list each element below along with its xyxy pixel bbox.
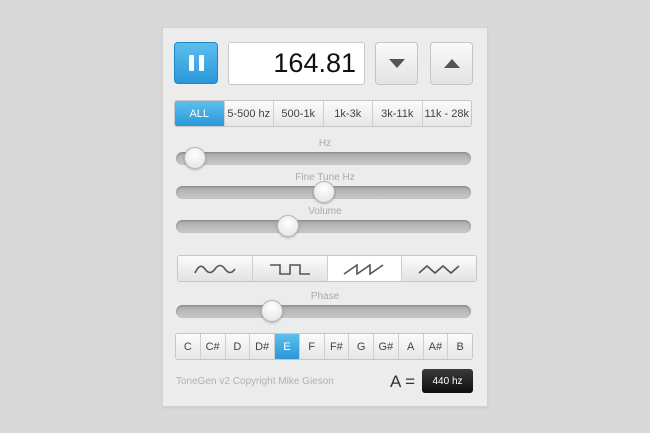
range-1k-3k-button[interactable]: 1k-3k xyxy=(322,101,372,126)
range-3k-11k-button[interactable]: 3k-11k xyxy=(372,101,422,126)
triangle-down-icon xyxy=(388,59,405,68)
sine-wave-button[interactable] xyxy=(178,256,252,281)
reference-label: A = xyxy=(390,372,416,391)
sawtooth-wave-button[interactable] xyxy=(326,256,402,281)
volume-slider-knob[interactable] xyxy=(277,215,299,237)
volume-slider-label: Volume xyxy=(308,206,342,217)
pause-icon xyxy=(188,55,194,71)
range-500-1k-button[interactable]: 500-1k xyxy=(273,101,323,126)
frequency-down-button[interactable] xyxy=(375,42,418,85)
fine-tune-slider-knob[interactable] xyxy=(312,181,335,203)
square-wave-button[interactable] xyxy=(251,256,327,281)
note-g-sharp-button[interactable]: G# xyxy=(373,334,398,359)
note-g-button[interactable]: G xyxy=(348,334,373,359)
hz-slider-knob[interactable] xyxy=(184,147,207,169)
square-wave-icon xyxy=(269,263,310,275)
pause-button[interactable] xyxy=(174,42,218,84)
volume-slider-track[interactable] xyxy=(176,220,471,233)
range-all-button[interactable]: ALL xyxy=(175,101,224,126)
hz-slider-track[interactable] xyxy=(176,152,471,165)
note-c-sharp-button[interactable]: C# xyxy=(199,334,225,359)
frequency-up-button[interactable] xyxy=(430,42,473,85)
frequency-display[interactable]: 164.81 xyxy=(228,42,365,85)
frequency-range-selector: ALL 5-500 hz 500-1k 1k-3k 3k-11k 11k - 2… xyxy=(174,100,472,127)
note-a-sharp-button[interactable]: A# xyxy=(422,334,448,359)
range-5-500-button[interactable]: 5-500 hz xyxy=(223,101,273,126)
note-f-sharp-button[interactable]: F# xyxy=(323,334,349,359)
triangle-wave-icon xyxy=(418,264,460,274)
waveform-selector xyxy=(177,255,477,282)
sawtooth-wave-icon xyxy=(343,262,384,276)
sine-wave-icon xyxy=(194,264,236,273)
note-selector: C C# D D# E F F# G G# A A# B xyxy=(175,333,473,360)
note-a-button[interactable]: A xyxy=(397,334,423,359)
copyright-text: ToneGen v2 Copyright Mike Gieson xyxy=(176,376,334,387)
note-d-sharp-button[interactable]: D# xyxy=(249,334,274,359)
reference-pitch-button[interactable]: 440 hz xyxy=(422,369,473,393)
note-c-button[interactable]: C xyxy=(176,334,200,359)
triangle-wave-button[interactable] xyxy=(401,256,476,281)
note-f-button[interactable]: F xyxy=(298,334,324,359)
note-b-button[interactable]: B xyxy=(447,334,472,359)
phase-slider-track[interactable] xyxy=(176,305,471,318)
phase-slider-knob[interactable] xyxy=(260,300,283,322)
range-11k-28k-button[interactable]: 11k - 28k xyxy=(421,101,471,126)
hz-slider-label: Hz xyxy=(318,138,332,149)
note-d-button[interactable]: D xyxy=(224,334,250,359)
note-e-button[interactable]: E xyxy=(274,334,299,359)
triangle-up-icon xyxy=(443,59,460,68)
phase-slider-label: Phase xyxy=(310,291,340,302)
tone-generator-panel: 164.81 ALL 5-500 hz 500-1k 1k-3k 3k-11k … xyxy=(162,27,488,407)
